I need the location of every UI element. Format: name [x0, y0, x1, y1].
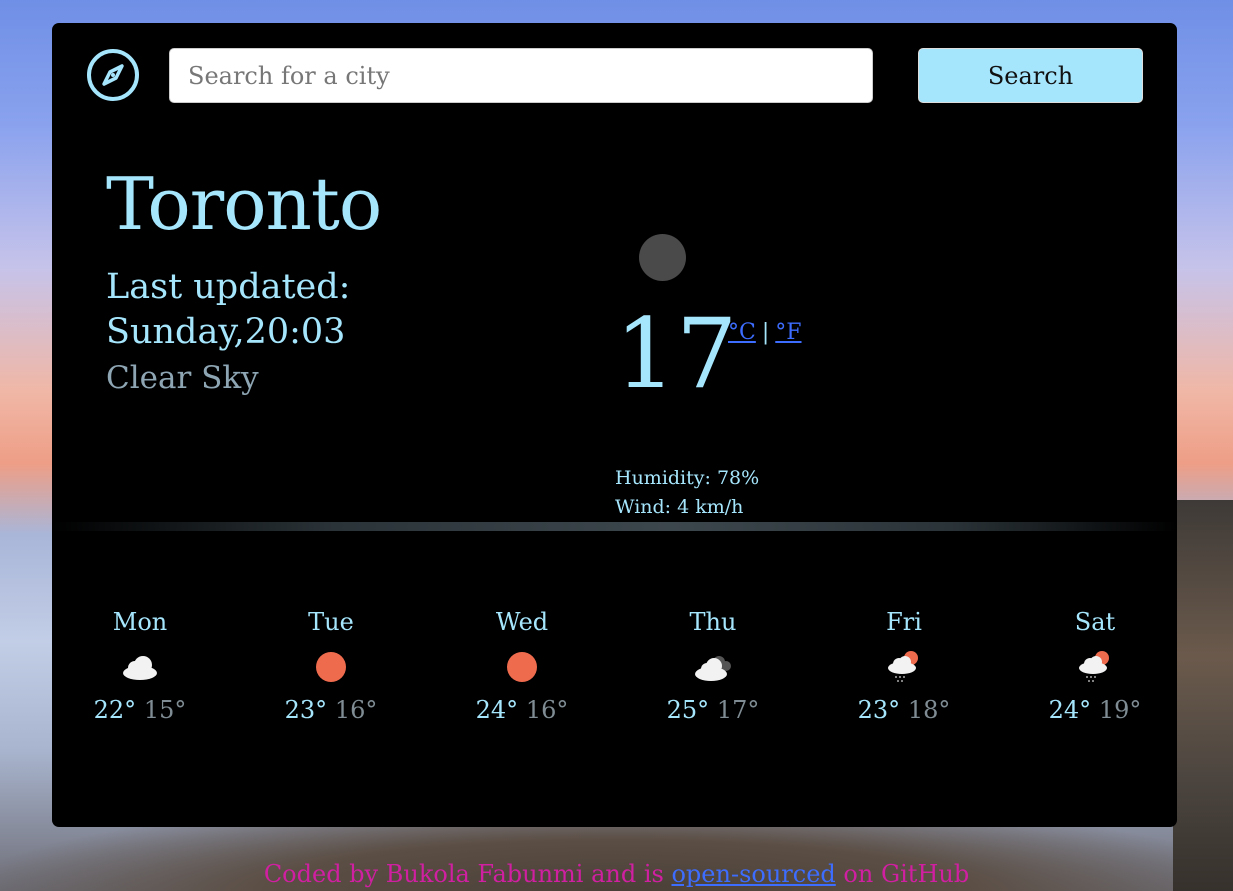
- unit-separator: |: [761, 320, 770, 345]
- forecast-temps: 24° 16°: [472, 696, 572, 724]
- forecast-day-name: Fri: [886, 608, 922, 636]
- forecast-temps: 23° 16°: [281, 696, 381, 724]
- current-temperature: 17: [615, 298, 738, 410]
- forecast-temps: 25° 17°: [663, 696, 763, 724]
- search-button[interactable]: Search: [918, 48, 1143, 103]
- unit-toggle: °C | °F: [728, 320, 802, 345]
- forecast-day: Wed 24° 16°: [472, 608, 572, 724]
- current-weather-icon: [639, 234, 686, 281]
- dark-clouds-icon: [693, 646, 733, 686]
- forecast-day: Sat 24° 19°: [1045, 608, 1145, 724]
- forecast-min: 18°: [907, 696, 951, 724]
- forecast-max: 24°: [1048, 696, 1092, 724]
- github-link[interactable]: open-sourced: [671, 860, 835, 888]
- footer: Coded by Bukola Fabunmi and is open-sour…: [0, 860, 1233, 888]
- fahrenheit-link[interactable]: °F: [775, 320, 801, 345]
- forecast-day: Thu 25° 17°: [663, 608, 763, 724]
- rain-sun-icon: [1075, 646, 1115, 686]
- forecast-max: 23°: [857, 696, 901, 724]
- forecast-min: 15°: [143, 696, 187, 724]
- forecast-day: Tue 23° 16°: [281, 608, 381, 724]
- forecast-min: 16°: [525, 696, 569, 724]
- last-updated-value: Sunday,20:03: [106, 312, 346, 352]
- forecast-max: 25°: [666, 696, 710, 724]
- sun-icon: [311, 646, 351, 686]
- compass-icon[interactable]: [85, 47, 141, 103]
- forecast-day-name: Tue: [308, 608, 354, 636]
- divider: [52, 522, 1177, 531]
- forecast-min: 17°: [716, 696, 760, 724]
- last-updated-label: Last updated:: [106, 267, 351, 307]
- forecast: Mon 22° 15° Tue 23° 16° Wed 24° 16° Thu …: [90, 608, 1142, 748]
- humidity: Humidity: 78%: [615, 467, 760, 489]
- forecast-day-name: Mon: [112, 608, 168, 636]
- forecast-max: 23°: [284, 696, 328, 724]
- celsius-link[interactable]: °C: [728, 320, 756, 345]
- forecast-min: 19°: [1098, 696, 1142, 724]
- forecast-max: 24°: [475, 696, 519, 724]
- forecast-day-name: Sat: [1074, 608, 1116, 636]
- footer-prefix: Coded by Bukola Fabunmi and is: [263, 860, 672, 888]
- forecast-temps: 24° 19°: [1045, 696, 1145, 724]
- search-input[interactable]: [169, 48, 873, 103]
- last-updated: Last updated: Sunday,20:03: [106, 265, 426, 355]
- cloud-icon: [120, 646, 160, 686]
- forecast-min: 16°: [334, 696, 378, 724]
- rain-sun-icon: [884, 646, 924, 686]
- forecast-day-name: Wed: [495, 608, 549, 636]
- sun-icon: [502, 646, 542, 686]
- forecast-max: 22°: [93, 696, 137, 724]
- weather-description: Clear Sky: [106, 360, 259, 396]
- city-name: Toronto: [106, 162, 382, 246]
- forecast-day: Fri 23° 18°: [854, 608, 954, 724]
- forecast-temps: 23° 18°: [854, 696, 954, 724]
- footer-suffix: on GitHub: [835, 860, 970, 888]
- wind: Wind: 4 km/h: [615, 496, 744, 518]
- forecast-day-name: Thu: [689, 608, 737, 636]
- forecast-temps: 22° 15°: [90, 696, 190, 724]
- weather-card: Search Toronto Last updated: Sunday,20:0…: [52, 23, 1177, 827]
- background-rocks-right: [1173, 500, 1233, 891]
- forecast-day: Mon 22° 15°: [90, 608, 190, 724]
